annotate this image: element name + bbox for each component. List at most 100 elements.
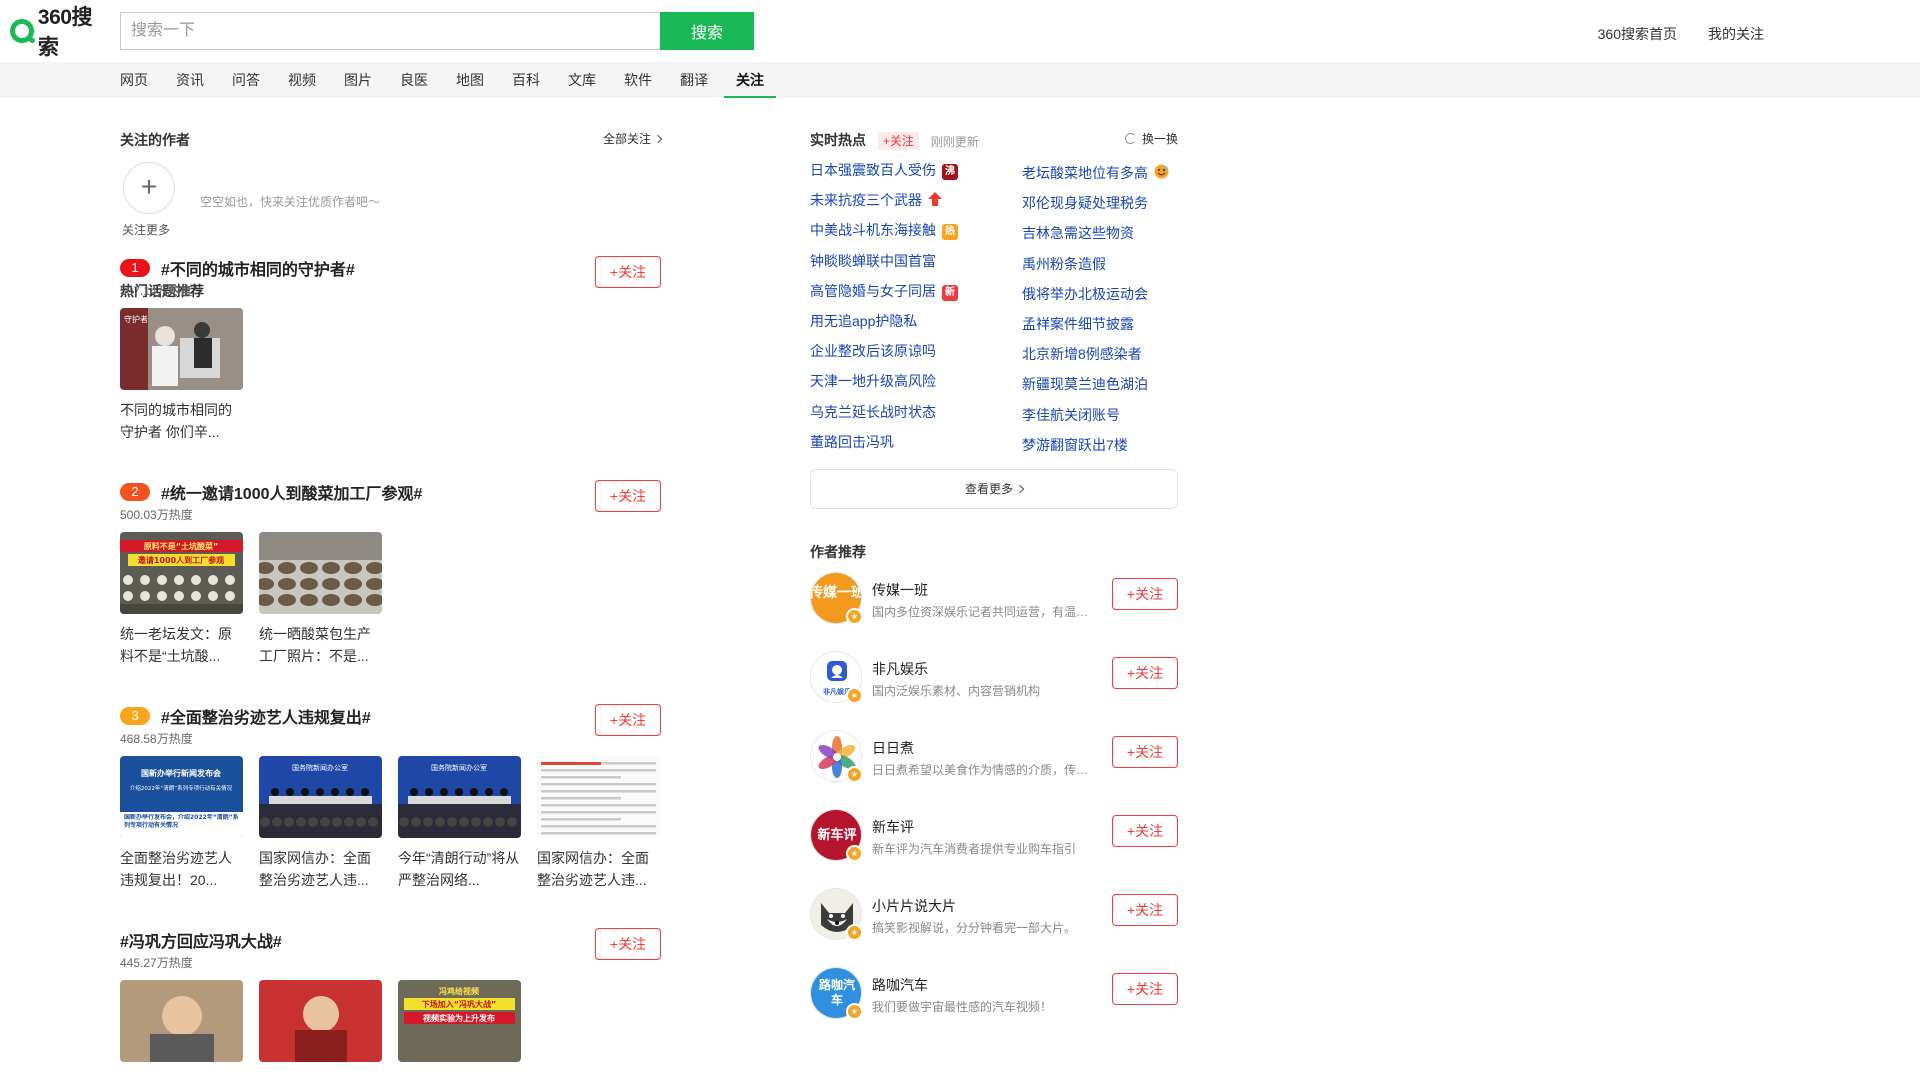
topic-title[interactable]: #全面整治劣迹艺人违规复出#	[161, 710, 371, 727]
hot-search-item[interactable]: 钟睒睒蝉联中国首富	[810, 251, 936, 271]
hot-search-text[interactable]: 禹州粉条造假	[1022, 256, 1106, 272]
follow-author-button[interactable]: +关注	[1112, 578, 1178, 610]
follow-topic-button[interactable]: +关注	[595, 480, 661, 512]
thumb-caption[interactable]	[398, 1071, 521, 1080]
thumb-caption[interactable]: 全面整治劣迹艺人违规复出！20...	[120, 847, 243, 891]
thumb-caption[interactable]	[259, 1071, 382, 1080]
follow-author-button[interactable]: +关注	[1112, 815, 1178, 847]
thumb-caption[interactable]: 不同的城市相同的守护者 你们辛...	[120, 399, 243, 443]
hot-search-item[interactable]: 企业整改后该原谅吗	[810, 341, 936, 361]
nav-tab[interactable]: 视频	[288, 62, 316, 98]
hot-search-text[interactable]: 企业整改后该原谅吗	[810, 343, 936, 359]
see-more-button[interactable]: 查看更多	[810, 469, 1178, 509]
hot-search-item[interactable]: 新疆现莫兰迪色湖泊	[1022, 374, 1148, 394]
thumb-caption[interactable]: 统一老坛发文：原料不是“土坑酸...	[120, 623, 243, 667]
topic-thumb[interactable]: 原料不是“土坑酸菜” 邀请1000人到工厂参观 统一老坛发文：原料不是“土坑酸.…	[120, 532, 243, 667]
follow-topic-button[interactable]: +关注	[595, 256, 661, 288]
topic-thumb[interactable]: 国务院新闻办公室 国家网信办：全面整治劣迹艺人违...	[259, 756, 382, 891]
follow-author-button[interactable]: +关注	[1112, 894, 1178, 926]
hot-search-item[interactable]: 高管隐婚与女子同居新	[810, 281, 958, 301]
author-name[interactable]: 传媒一班	[872, 580, 928, 600]
hot-search-item[interactable]: 梦游翻窗跃出7楼	[1022, 435, 1128, 455]
author-name[interactable]: 路咖汽车	[872, 975, 928, 995]
hot-search-item[interactable]: 未来抗疫三个武器	[810, 190, 942, 210]
hot-search-item[interactable]: 李佳航关闭账号	[1022, 405, 1120, 425]
follow-author-button[interactable]: +关注	[1112, 973, 1178, 1005]
realtime-follow-badge[interactable]: +关注	[877, 132, 919, 151]
hot-search-text[interactable]: 天津一地升级高风险	[810, 373, 936, 389]
hot-search-text[interactable]: 乌克兰延长战时状态	[810, 404, 936, 420]
hot-search-text[interactable]: 吉林急需这些物资	[1022, 225, 1134, 241]
hot-search-text[interactable]: 未来抗疫三个武器	[810, 192, 922, 208]
hot-search-item[interactable]: 禹州粉条造假	[1022, 254, 1106, 274]
add-follow-button[interactable]: +	[123, 162, 175, 214]
topic-thumb[interactable]: 统一晒酸菜包生产工厂照片：不是...	[259, 532, 382, 667]
hot-search-item[interactable]: 天津一地升级高风险	[810, 371, 936, 391]
topic-thumb[interactable]: 守护者 不同的城市相同的守护者 你们辛...	[120, 308, 243, 443]
nav-tab[interactable]: 问答	[232, 62, 260, 98]
my-follow-link[interactable]: 我的关注	[1708, 24, 1764, 44]
topic-thumb[interactable]: 冯鸡给视频 下场加入“冯巩大战” 视频实验为上升发布	[398, 980, 521, 1080]
hot-search-item[interactable]: 孟祥案件细节披露	[1022, 314, 1134, 334]
hot-search-text[interactable]: 高管隐婚与女子同居	[810, 283, 936, 299]
hot-search-text[interactable]: 北京新增8例感染者	[1022, 346, 1142, 362]
thumb-caption[interactable]: 今年“清朗行动”将从严整治网络...	[398, 847, 521, 891]
author-name[interactable]: 小片片说大片	[872, 896, 956, 916]
topic-thumb[interactable]: 国家网信办：全面整治劣迹艺人违...	[537, 756, 660, 891]
topic-thumb[interactable]	[120, 980, 243, 1080]
hot-search-text[interactable]: 邓伦现身疑处理税务	[1022, 195, 1148, 211]
hot-search-item[interactable]: 吉林急需这些物资	[1022, 223, 1134, 243]
nav-tab[interactable]: 地图	[456, 62, 484, 98]
hot-search-text[interactable]: 日本强震致百人受伤	[810, 162, 936, 178]
hot-search-item[interactable]: 用无追app护隐私	[810, 311, 917, 331]
topic-title[interactable]: #不同的城市相同的守护者#	[161, 262, 355, 279]
nav-tab[interactable]: 网页	[120, 62, 148, 98]
hot-search-text[interactable]: 董路回击冯巩	[810, 434, 894, 450]
nav-tab[interactable]: 图片	[344, 62, 372, 98]
nav-tab[interactable]: 良医	[400, 62, 428, 98]
hot-search-text[interactable]: 钟睒睒蝉联中国首富	[810, 253, 936, 269]
hot-search-item[interactable]: 俄将举办北极运动会	[1022, 284, 1148, 304]
topic-thumb[interactable]	[259, 980, 382, 1080]
nav-tab[interactable]: 关注	[724, 62, 776, 98]
follow-author-button[interactable]: +关注	[1112, 657, 1178, 689]
hot-search-item[interactable]: 董路回击冯巩	[810, 432, 894, 452]
author-name[interactable]: 新车评	[872, 817, 914, 837]
all-follow-link[interactable]: 全部关注	[603, 130, 663, 147]
nav-tab[interactable]: 翻译	[680, 62, 708, 98]
follow-author-button[interactable]: +关注	[1112, 736, 1178, 768]
follow-more-label[interactable]: 关注更多	[122, 221, 170, 238]
hot-search-item[interactable]: 中美战斗机东海接触热	[810, 220, 958, 241]
nav-tab[interactable]: 百科	[512, 62, 540, 98]
hot-search-text[interactable]: 俄将举办北极运动会	[1022, 286, 1148, 302]
hot-search-item[interactable]: 乌克兰延长战时状态	[810, 402, 936, 422]
home-link[interactable]: 360搜索首页	[1598, 24, 1677, 44]
logo[interactable]: 360搜索	[10, 6, 112, 59]
follow-topic-button[interactable]: +关注	[595, 704, 661, 736]
search-input[interactable]	[120, 12, 661, 50]
hot-search-text[interactable]: 用无追app护隐私	[810, 313, 917, 329]
follow-topic-button[interactable]: +关注	[595, 928, 661, 960]
hot-search-text[interactable]: 中美战斗机东海接触	[810, 222, 936, 238]
thumb-caption[interactable]: 国家网信办：全面整治劣迹艺人违...	[537, 847, 660, 891]
hot-search-item[interactable]: 北京新增8例感染者	[1022, 344, 1142, 364]
thumb-caption[interactable]	[120, 1071, 243, 1080]
hot-search-item[interactable]: 邓伦现身疑处理税务	[1022, 193, 1148, 213]
author-name[interactable]: 日日煮	[872, 738, 914, 758]
refresh-button[interactable]: 换一换	[1124, 130, 1178, 147]
topic-thumb[interactable]: 国务院新闻办公室 今年“清朗行动”将从严整治网络...	[398, 756, 521, 891]
hot-search-item[interactable]: 日本强震致百人受伤沸	[810, 160, 958, 180]
hot-search-text[interactable]: 新疆现莫兰迪色湖泊	[1022, 376, 1148, 392]
hot-search-text[interactable]: 孟祥案件细节披露	[1022, 316, 1134, 332]
search-button[interactable]: 搜索	[660, 12, 754, 50]
topic-title[interactable]: #冯巩方回应冯巩大战#	[120, 934, 282, 951]
nav-tab[interactable]: 软件	[624, 62, 652, 98]
thumb-caption[interactable]: 国家网信办：全面整治劣迹艺人违...	[259, 847, 382, 891]
hot-search-text[interactable]: 老坛酸菜地位有多高	[1022, 165, 1148, 181]
topic-title[interactable]: #统一邀请1000人到酸菜加工厂参观#	[161, 486, 422, 503]
hot-search-text[interactable]: 梦游翻窗跃出7楼	[1022, 437, 1128, 453]
hot-search-item[interactable]: 老坛酸菜地位有多高	[1022, 163, 1169, 183]
hot-search-text[interactable]: 李佳航关闭账号	[1022, 407, 1120, 423]
nav-tab[interactable]: 资讯	[176, 62, 204, 98]
nav-tab[interactable]: 文库	[568, 62, 596, 98]
